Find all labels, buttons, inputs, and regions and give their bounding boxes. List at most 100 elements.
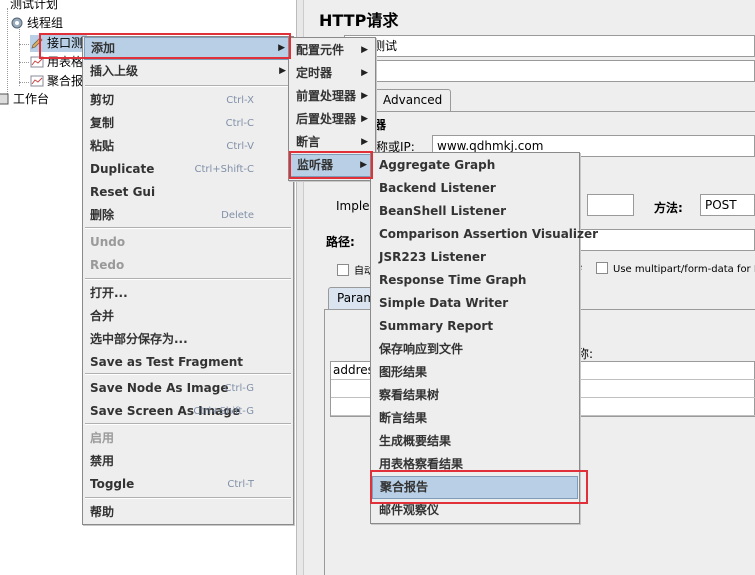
menu-separator <box>85 278 291 280</box>
menu-separator <box>85 85 291 87</box>
menu-item-label: 配置元件 <box>296 43 345 57</box>
tree-node-test-plan[interactable]: 测试计划 <box>10 0 58 13</box>
menu-item-shortcut: Ctrl-T <box>227 479 254 490</box>
add-submenu-item-4[interactable]: 后置处理器 ▶ <box>290 108 374 131</box>
menu-item-save-node-as-image[interactable]: Save Node As Image Ctrl-G <box>84 377 292 400</box>
listener-item-item-8[interactable]: 保存响应到文件 <box>372 338 578 361</box>
menu-item-save-screen-as-image[interactable]: Save Screen As Image Ctrl+Shift-G <box>84 400 292 423</box>
menu-item-label: 保存响应到文件 <box>379 342 464 356</box>
menu-item-redo: Redo <box>84 254 292 277</box>
listener-item-jsr223-listener[interactable]: JSR223 Listener <box>372 246 578 269</box>
tree-node-label: 线程组 <box>27 16 64 30</box>
listener-item-aggregate-graph[interactable]: Aggregate Graph <box>372 154 578 177</box>
gear-icon <box>10 17 24 29</box>
menu-item-item-2[interactable]: 剪切 Ctrl-X <box>84 89 292 112</box>
menu-item-label: Aggregate Graph <box>379 158 496 172</box>
multipart-option[interactable]: Use multipart/form-data for PO <box>596 262 755 275</box>
menu-item-label: Summary Report <box>379 319 494 333</box>
tab-advanced[interactable]: Advanced <box>374 89 452 111</box>
tree-node-workbench[interactable]: 工作台 <box>0 91 49 108</box>
auto-redirect-checkbox[interactable] <box>337 264 349 276</box>
listener-item-comparison-assertion-visualizer[interactable]: Comparison Assertion Visualizer <box>372 223 598 246</box>
tree-node-label: 工作台 <box>13 92 50 106</box>
path-label: 路径: <box>326 235 355 249</box>
method-select[interactable]: POST <box>700 194 755 216</box>
menu-item-label: 图形结果 <box>379 365 428 379</box>
tree-node-thread-group[interactable]: 线程组 <box>10 15 63 32</box>
protocol-field[interactable] <box>587 194 634 216</box>
menu-item-shortcut: Delete <box>221 210 254 221</box>
menu-item-item-7[interactable]: 删除 Delete <box>84 204 292 227</box>
menu-item-item-19[interactable]: 帮助 <box>84 501 292 524</box>
listener-submenu: Aggregate Graph Backend Listener BeanShell… <box>370 152 598 524</box>
menu-separator <box>85 423 291 425</box>
menu-item-label: 删除 <box>90 208 115 222</box>
menu-item-label: 定时器 <box>296 66 333 80</box>
workbench-icon <box>0 93 10 105</box>
menu-item-label: 邮件观察仪 <box>379 503 440 517</box>
listener-item-item-10[interactable]: 察看结果树 <box>372 384 578 407</box>
menu-item-item-11[interactable]: 合并 <box>84 305 292 328</box>
menu-item-item-10[interactable]: 打开... <box>84 282 292 305</box>
menu-item-label: Reset Gui <box>90 185 156 199</box>
menu-item-label: 用表格察看结果 <box>379 457 464 471</box>
submenu-arrow-icon: ▶ <box>361 114 368 124</box>
menu-item-shortcut: Ctrl+Shift-C <box>194 164 255 175</box>
menu-item-toggle[interactable]: Toggle Ctrl-T <box>84 473 292 496</box>
annotation-box-aggregate-report <box>370 470 588 504</box>
menu-item-label: 选中部分保存为... <box>90 332 188 346</box>
listener-item-item-11[interactable]: 断言结果 <box>372 407 578 430</box>
auto-redirect-option[interactable]: 自动 <box>337 262 374 277</box>
menu-item-label: 生成概要结果 <box>379 434 452 448</box>
menu-item-item-12[interactable]: 选中部分保存为... <box>84 328 292 351</box>
menu-item-label: 打开... <box>90 286 128 300</box>
comments-field[interactable] <box>344 60 755 82</box>
listener-item-item-9[interactable]: 图形结果 <box>372 361 578 384</box>
menu-item-duplicate[interactable]: Duplicate Ctrl+Shift-C <box>84 158 292 181</box>
menu-item-item-4[interactable]: 粘贴 Ctrl-V <box>84 135 292 158</box>
menu-item-label: 帮助 <box>90 505 115 519</box>
menu-item-shortcut: Ctrl-G <box>224 383 254 394</box>
add-submenu-item-1[interactable]: 配置元件 ▶ <box>290 39 374 62</box>
listener-item-summary-report[interactable]: Summary Report <box>372 315 578 338</box>
menu-item-label: BeanShell Listener <box>379 204 507 218</box>
menu-item-item-17[interactable]: 禁用 <box>84 450 292 473</box>
param-name-cell: addres <box>333 363 374 377</box>
menu-item-save-as-test-fragment[interactable]: Save as Test Fragment <box>84 351 292 374</box>
menu-item-shortcut: Ctrl+Shift-G <box>193 406 254 417</box>
menu-item-item-16: 启用 <box>84 427 292 450</box>
listener-item-item-12[interactable]: 生成概要结果 <box>372 430 578 453</box>
add-submenu-item-2[interactable]: 定时器 ▶ <box>290 62 374 85</box>
menu-item-item-3[interactable]: 复制 Ctrl-C <box>84 112 292 135</box>
menu-item-label: JSR223 Listener <box>379 250 486 264</box>
annotation-box-listener <box>289 151 373 179</box>
menu-separator <box>85 497 291 499</box>
method-label: 方法: <box>654 201 683 215</box>
menu-item-label: Toggle <box>90 477 135 491</box>
menu-item-reset-gui[interactable]: Reset Gui <box>84 181 292 204</box>
menu-item-label: 前置处理器 <box>296 89 357 103</box>
submenu-arrow-icon: ▶ <box>361 91 368 101</box>
multipart-checkbox[interactable] <box>596 262 608 274</box>
menu-item-label: 断言 <box>296 135 321 149</box>
menu-item-shortcut: Ctrl-X <box>226 95 254 106</box>
menu-item-label: 察看结果树 <box>379 388 440 402</box>
add-submenu-item-3[interactable]: 前置处理器 ▶ <box>290 85 374 108</box>
listener-item-beanshell-listener[interactable]: BeanShell Listener <box>372 200 578 223</box>
menu-item-label: Response Time Graph <box>379 273 527 287</box>
chart-icon <box>30 75 44 87</box>
listener-item-simple-data-writer[interactable]: Simple Data Writer <box>372 292 578 315</box>
tree-node-label: 测试计划 <box>10 0 59 11</box>
menu-item-label: 合并 <box>90 309 115 323</box>
listener-item-response-time-graph[interactable]: Response Time Graph <box>372 269 578 292</box>
menu-separator <box>85 227 291 229</box>
menu-item-label: Duplicate <box>90 162 155 176</box>
panel-title: HTTP请求 <box>319 11 399 30</box>
menu-item-item-1[interactable]: 插入上级 ▶ <box>84 60 292 83</box>
tree-node-aggregate[interactable]: 聚合报 <box>30 73 83 90</box>
menu-item-label: 复制 <box>90 116 115 130</box>
menu-item-label: 禁用 <box>90 454 115 468</box>
name-field[interactable]: 接口测试 <box>344 35 755 57</box>
menu-item-label: 后置处理器 <box>296 112 357 126</box>
listener-item-backend-listener[interactable]: Backend Listener <box>372 177 578 200</box>
